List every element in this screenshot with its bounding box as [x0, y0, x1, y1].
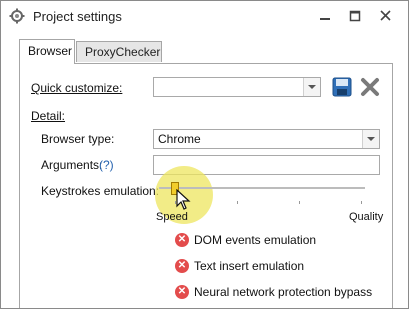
- close-icon: [361, 78, 379, 96]
- slider-max-label: Quality: [349, 211, 384, 223]
- project-settings-window: Project settings Browser ProxyChecker Qu…: [0, 0, 409, 309]
- close-icon: [380, 10, 391, 21]
- x-circle-icon: ✕: [175, 285, 189, 299]
- x-circle-icon: ✕: [175, 259, 189, 273]
- slider-tick: [237, 201, 238, 204]
- save-preset-button[interactable]: [331, 76, 353, 98]
- browser-type-select[interactable]: Chrome: [153, 129, 380, 149]
- tab-proxychecker[interactable]: ProxyChecker: [76, 41, 162, 62]
- x-circle-icon: ✕: [175, 233, 189, 247]
- slider-tick: [361, 201, 362, 204]
- window-title: Project settings: [33, 9, 122, 24]
- tab-bar: Browser ProxyChecker: [1, 39, 408, 64]
- close-button[interactable]: [373, 7, 399, 25]
- gear-icon: [9, 8, 25, 24]
- arguments-help-link[interactable]: (?): [99, 158, 114, 172]
- browser-type-label: Browser type:: [41, 132, 115, 146]
- tab-browser[interactable]: Browser: [19, 39, 75, 64]
- arguments-label: Arguments:: [41, 158, 103, 172]
- maximize-icon: [349, 10, 361, 22]
- slider-tick: [299, 201, 300, 204]
- browser-type-value: Chrome: [158, 132, 201, 146]
- maximize-button[interactable]: [342, 7, 368, 25]
- keystrokes-emulation-label: Keystrokes emulation:: [41, 184, 160, 198]
- delete-preset-button[interactable]: [359, 76, 381, 98]
- chevron-down-icon: [303, 78, 320, 96]
- slider-min-label: Speed: [156, 211, 188, 223]
- minimize-icon: [320, 18, 330, 20]
- mouse-pointer-icon: [176, 189, 191, 210]
- title-bar: Project settings: [1, 1, 408, 31]
- save-icon: [332, 77, 352, 97]
- minimize-button[interactable]: [312, 7, 338, 25]
- detail-label: Detail:: [31, 109, 66, 123]
- quick-customize-label: Quick customize:: [31, 81, 123, 95]
- chevron-down-icon: [362, 130, 379, 148]
- quick-customize-select[interactable]: [153, 77, 321, 97]
